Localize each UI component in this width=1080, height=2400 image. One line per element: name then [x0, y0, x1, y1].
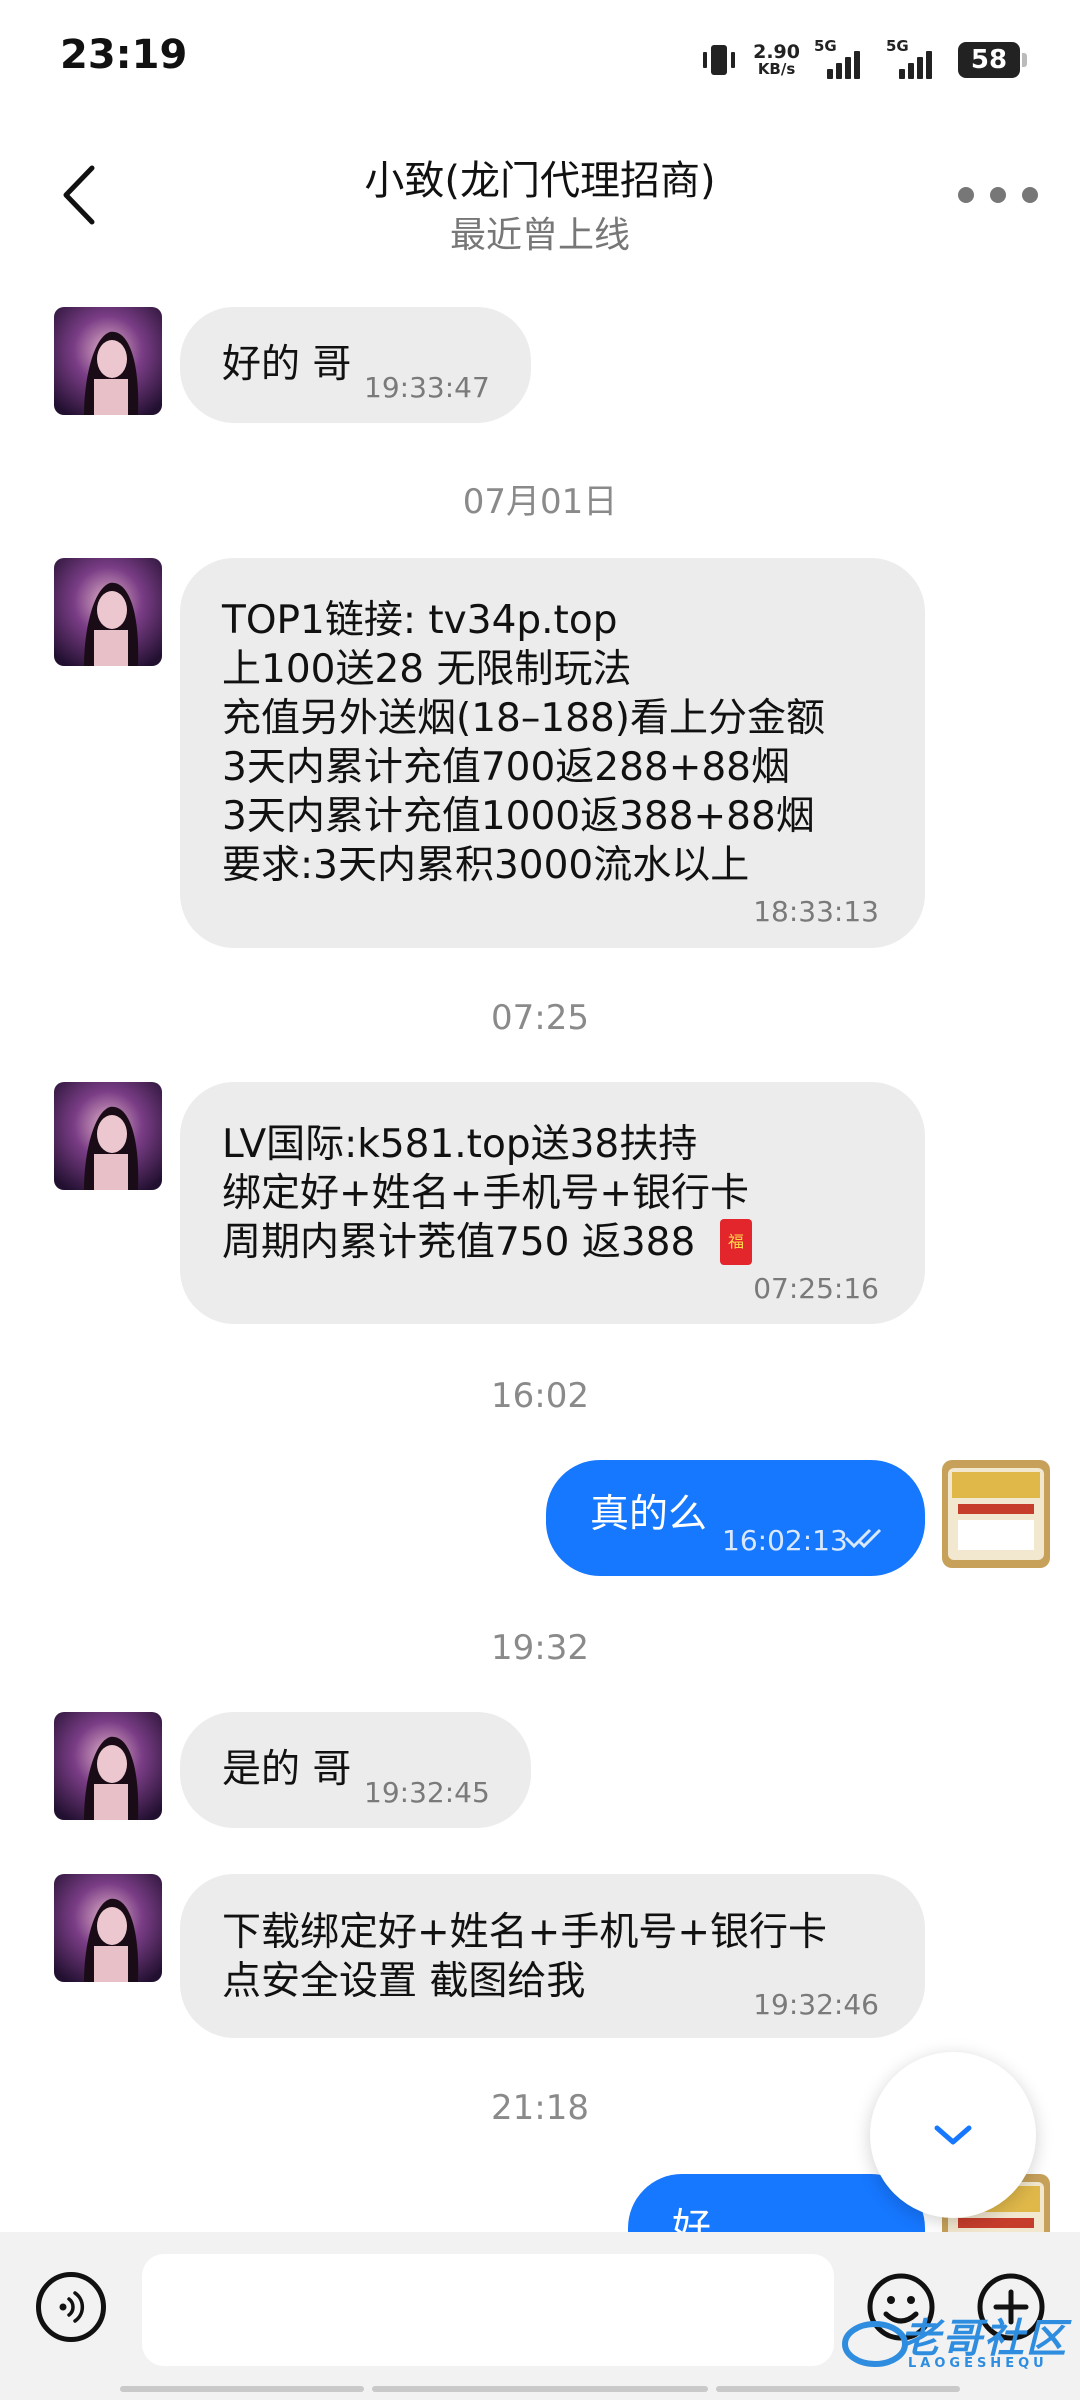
chat-header: 小致(龙门代理招商) 最近曾上线 — [0, 130, 1080, 260]
message-text: 好 — [672, 2206, 712, 2232]
voice-icon[interactable] — [36, 2272, 106, 2342]
message-text: TOP1链接: tv34p.top 上100送28 无限制玩法 充值另外送烟(1… — [222, 598, 825, 888]
chevron-down-icon — [934, 2125, 972, 2145]
message-bubble-outgoing[interactable]: 好 — [628, 2174, 925, 2232]
user-avatar[interactable] — [942, 1460, 1050, 1568]
more-dots-icon[interactable] — [958, 180, 1038, 210]
status-icons: 2.90 KB/s 5G 5G 58 — [699, 34, 1027, 86]
contact-avatar[interactable] — [54, 1082, 162, 1190]
message-timestamp: 19:33:47 — [364, 371, 490, 404]
contact-avatar[interactable] — [54, 307, 162, 415]
date-separator: 07:25 — [491, 998, 589, 1038]
message-text: LV国际:k581.top送38扶持 绑定好+姓名+手机号+银行卡 周期内累计茺… — [222, 1122, 750, 1265]
message-bubble-incoming[interactable]: TOP1链接: tv34p.top 上100送28 无限制玩法 充值另外送烟(1… — [180, 558, 925, 948]
date-separator: 07月01日 — [462, 482, 618, 522]
message-bubble-incoming[interactable]: 下载绑定好+姓名+手机号+银行卡 点安全设置 截图给我 19:32:46 — [180, 1874, 925, 2038]
contact-avatar[interactable] — [54, 1874, 162, 1982]
signal-sim2-icon: 5G — [886, 37, 944, 79]
contact-avatar[interactable] — [54, 1712, 162, 1820]
message-bubble-incoming[interactable]: 好的 哥 19:33:47 — [180, 307, 531, 423]
status-bar: 23:19 2.90 KB/s 5G 5G 58 — [0, 0, 1080, 110]
vibrate-icon — [703, 45, 736, 75]
message-text: 下载绑定好+姓名+手机号+银行卡 点安全设置 截图给我 — [222, 1910, 828, 2004]
contact-name[interactable]: 小致(龙门代理招商) — [0, 148, 1080, 206]
watermark-logo: 老哥社区 LAOGESHEQU — [840, 2306, 1070, 2376]
navigation-gesture-bar — [0, 2386, 1080, 2394]
double-check-icon — [844, 1528, 882, 1549]
status-time: 23:19 — [60, 32, 188, 78]
contact-avatar[interactable] — [54, 558, 162, 666]
message-timestamp: 07:25:16 — [753, 1272, 879, 1305]
network-speed: 2.90 KB/s — [753, 41, 800, 78]
red-envelope-icon: 福 — [720, 1219, 752, 1265]
message-timestamp: 19:32:45 — [364, 1776, 490, 1809]
scroll-to-bottom-button[interactable] — [870, 2052, 1036, 2218]
date-separator: 16:02 — [491, 1376, 589, 1416]
message-text: 好的 哥 — [222, 342, 352, 387]
message-bubble-incoming[interactable]: 是的 哥 19:32:45 — [180, 1712, 531, 1828]
message-input[interactable] — [142, 2254, 834, 2366]
message-timestamp: 18:33:13 — [753, 895, 879, 928]
date-separator: 19:32 — [491, 1628, 589, 1668]
battery-icon: 58 — [958, 42, 1027, 78]
message-timestamp: 16:02:13 — [722, 1524, 848, 1557]
contact-status: 最近曾上线 — [449, 215, 630, 256]
message-text: 是的 哥 — [222, 1747, 352, 1792]
message-bubble-incoming[interactable]: LV国际:k581.top送38扶持 绑定好+姓名+手机号+银行卡 周期内累计茺… — [180, 1082, 925, 1324]
message-text: 真的么 — [590, 1492, 708, 1537]
message-bubble-outgoing[interactable]: 真的么 16:02:13 — [546, 1460, 925, 1576]
message-timestamp: 19:32:46 — [753, 1988, 879, 2021]
signal-sim1-icon: 5G — [814, 37, 872, 79]
